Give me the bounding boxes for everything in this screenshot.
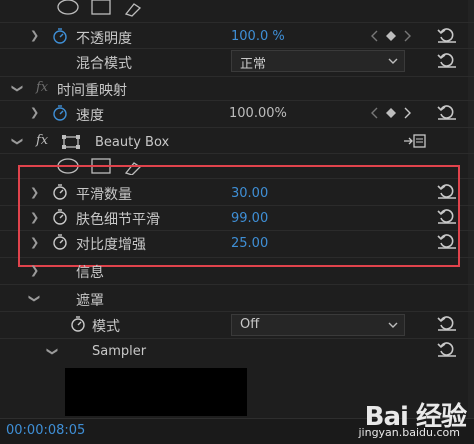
pen-mask-icon [124,3,142,17]
keyframe-nav-icon[interactable] [371,30,411,42]
reset-icon[interactable] [437,183,457,199]
watermark-url: jingyan.baidu.com [358,426,460,439]
expand-chevron-icon[interactable]: ❯ [30,236,39,249]
collapse-chevron-icon[interactable]: ❯ [28,294,41,303]
beauty-box-label: Beauty Box [95,135,170,150]
param-value[interactable]: 25.00 [231,236,268,251]
fx-icon[interactable]: fx [36,80,48,95]
sampler-label: Sampler [92,344,147,359]
mask-label: 遮罩 [76,293,104,309]
pen-mask-icon [124,162,142,175]
param-label: 肤色细节平滑 [76,212,160,228]
opacity-label: 不透明度 [76,31,132,47]
ellipse-mask-icon [57,158,79,174]
expand-chevron-icon[interactable]: ❯ [30,106,39,119]
chevron-down-icon [388,58,398,64]
stopwatch-icon[interactable] [52,184,68,200]
mask-tools [57,158,142,175]
info-label: 信息 [76,265,104,281]
rect-mask-icon [91,158,111,174]
reset-icon[interactable] [437,315,457,331]
time-remap-label: 时间重映射 [57,83,127,99]
chevron-down-icon [388,322,398,328]
speed-label: 速度 [76,108,104,124]
reset-icon[interactable] [437,341,457,357]
expand-chevron-icon[interactable]: ❯ [30,186,39,199]
param-label: 对比度增强 [76,237,146,253]
stopwatch-icon[interactable] [70,316,86,332]
scrollbar[interactable] [468,0,474,418]
param-value[interactable]: 30.00 [231,186,268,201]
param-value[interactable]: 99.00 [231,211,268,226]
collapse-chevron-icon[interactable]: ❯ [11,137,24,146]
stopwatch-icon[interactable] [52,234,68,250]
mode-select[interactable]: Off [231,314,405,336]
ellipse-mask-icon [57,0,79,15]
blend-mode-select[interactable]: 正常 [231,50,405,72]
reset-icon[interactable] [437,104,457,120]
collapse-chevron-icon[interactable]: ❯ [46,347,59,356]
mask-tools [57,0,142,17]
rect-mask-icon [91,0,111,15]
transform-box-icon[interactable] [62,135,80,149]
reset-icon[interactable] [437,208,457,224]
speed-value[interactable]: 100.00% [229,106,287,121]
expand-chevron-icon[interactable]: ❯ [30,29,39,42]
sampler-preview [65,368,247,416]
mode-label: 模式 [92,319,120,335]
blend-mode-label: 混合模式 [76,56,132,72]
timecode[interactable]: 00:00:08:05 [6,423,85,438]
reset-icon[interactable] [437,27,457,43]
reset-icon[interactable] [437,233,457,249]
param-label: 平滑数量 [76,187,132,203]
stopwatch-icon[interactable] [52,105,68,121]
stopwatch-icon[interactable] [52,209,68,225]
plugin-settings-icon[interactable] [404,134,426,148]
opacity-value[interactable]: 100.0 % [231,29,285,44]
stopwatch-icon[interactable] [52,28,68,44]
keyframe-nav-icon[interactable] [371,107,411,119]
reset-icon[interactable] [437,52,457,68]
blend-mode-value: 正常 [240,57,267,72]
fx-toggle-icon[interactable]: fx [36,133,48,148]
expand-chevron-icon[interactable]: ❯ [30,211,39,224]
mode-value: Off [240,317,260,332]
collapse-chevron-icon[interactable]: ❯ [11,84,24,93]
expand-chevron-icon[interactable]: ❯ [30,264,39,277]
